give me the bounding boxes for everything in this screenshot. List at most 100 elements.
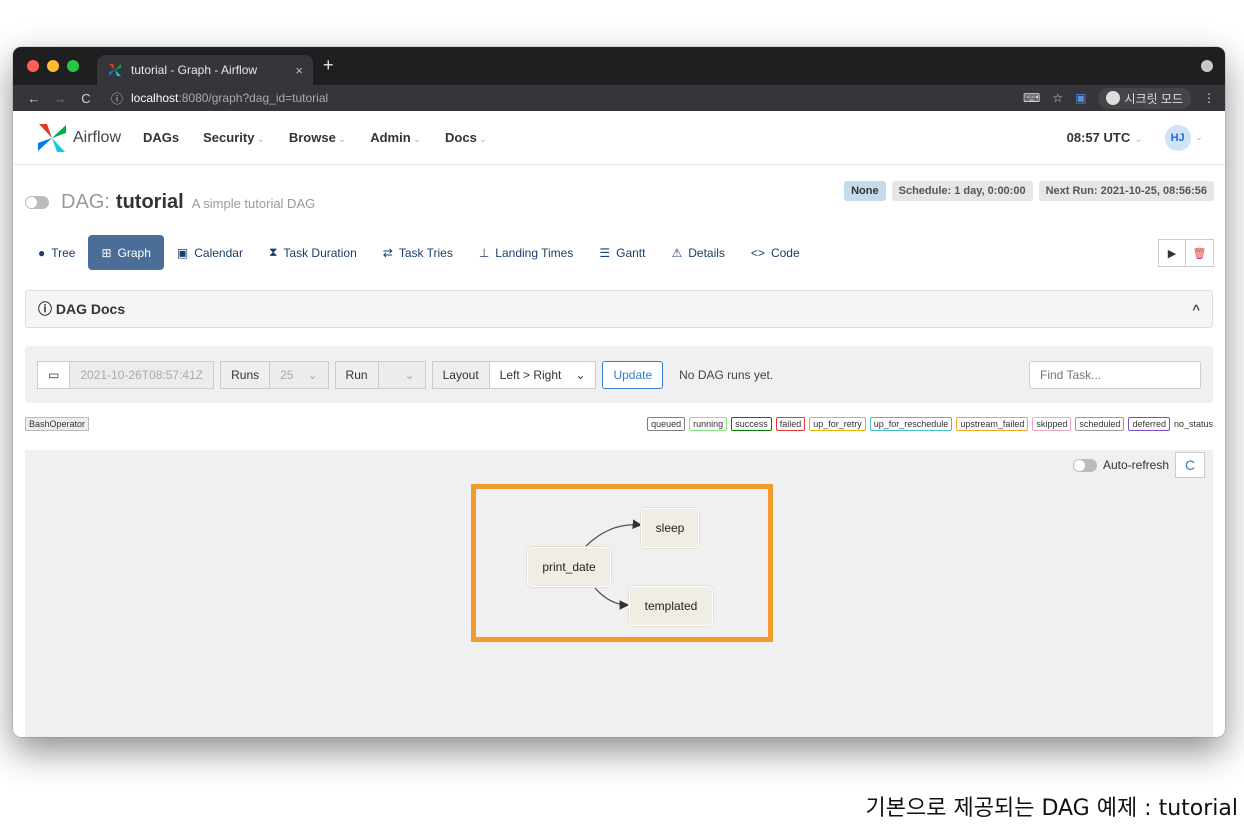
gantt-icon: ☰ — [599, 245, 611, 260]
airflow-logo[interactable]: Airflow — [35, 121, 121, 155]
calendar-icon[interactable]: ▭ — [37, 360, 71, 389]
tab-graph[interactable]: ⊞ Graph — [88, 235, 164, 270]
translate-icon[interactable]: ⌨ — [1023, 91, 1040, 105]
dag-docs-label: ⓘ DAG Docs — [38, 301, 126, 317]
tab-task-duration[interactable]: ⧗ Task Duration — [256, 235, 370, 270]
state-legend-item[interactable]: up_for_reschedule — [869, 417, 953, 431]
runs-select[interactable]: 25 ⌄ — [270, 360, 329, 389]
brand-label: Airflow — [73, 128, 122, 146]
tab-details[interactable]: ⚠ Details — [658, 235, 737, 270]
date-picker-group: ▭ 2021-10-26T08:57:41Z — [37, 360, 215, 389]
tab-tree[interactable]: ● Tree — [25, 235, 88, 270]
cast-icon[interactable]: ▣ — [1075, 91, 1086, 105]
operator-legend: BashOperator — [25, 417, 90, 431]
avatar: HJ — [1164, 124, 1191, 151]
task-node-print-date[interactable]: print_date — [527, 547, 611, 587]
bookmark-star-icon[interactable]: ☆ — [1052, 91, 1063, 105]
minimize-window-button[interactable] — [47, 60, 59, 72]
address-bar-actions: ⌨ ☆ ▣ 시크릿 모드 ⋮ — [1023, 87, 1215, 109]
incognito-badge[interactable]: 시크릿 모드 — [1098, 87, 1191, 109]
tab-title: tutorial - Graph - Airflow — [131, 63, 258, 77]
menu-security[interactable]: Security ⌄ — [203, 130, 265, 145]
repeat-icon: ⇄ — [382, 245, 393, 260]
tab-code[interactable]: <> Code — [738, 235, 813, 270]
reload-icon[interactable]: C — [75, 91, 97, 106]
layout-select-group: Layout Left > Right ⌄ — [431, 360, 597, 389]
base-date-input[interactable]: 2021-10-26T08:57:41Z — [70, 360, 215, 389]
caret-down-icon: ⌄ — [337, 134, 347, 145]
run-label: Run — [334, 360, 379, 389]
menu-admin-label: Admin — [370, 130, 411, 145]
state-legend-item[interactable]: skipped — [1032, 417, 1072, 431]
tab-close-icon[interactable]: × — [295, 63, 303, 78]
address-bar: ← → C ⓘ localhost:8080/graph?dag_id=tuto… — [13, 85, 1225, 111]
new-tab-button[interactable]: + — [323, 55, 334, 76]
state-legend-item[interactable]: up_for_retry — [809, 417, 866, 431]
runs-select-group: Runs 25 ⌄ — [220, 360, 329, 389]
tab-graph-label: Graph — [117, 245, 151, 260]
state-legend-no-status[interactable]: no_status — [1174, 419, 1213, 429]
graph-canvas[interactable]: Auto-refresh C print_date sleep template… — [25, 450, 1213, 737]
state-legend-item[interactable]: success — [731, 417, 772, 431]
runs-label: Runs — [220, 360, 271, 389]
close-window-button[interactable] — [27, 60, 39, 72]
incognito-icon — [1106, 91, 1121, 105]
tab-landing-times[interactable]: ⊥ Landing Times — [466, 235, 587, 270]
tab-task-tries[interactable]: ⇄ Task Tries — [370, 235, 466, 270]
kebab-menu-icon[interactable]: ⋮ — [1203, 91, 1215, 105]
run-select[interactable]: ⌄ — [378, 360, 426, 389]
update-button[interactable]: Update — [602, 360, 664, 389]
dag-id: tutorial — [115, 191, 184, 213]
state-legend-item[interactable]: failed — [775, 417, 806, 431]
incognito-label: 시크릿 모드 — [1124, 91, 1183, 106]
task-node-sleep[interactable]: sleep — [641, 508, 699, 548]
site-info-icon[interactable]: ⓘ — [111, 90, 123, 107]
code-icon: <> — [750, 245, 765, 260]
state-legend-item[interactable]: running — [689, 417, 728, 431]
play-icon: ▶ — [1167, 247, 1177, 260]
menu-browse[interactable]: Browse ⌄ — [289, 130, 346, 145]
trigger-dag-button[interactable]: ▶ — [1158, 239, 1186, 267]
dag-pause-toggle[interactable] — [25, 196, 49, 209]
tab-landing-times-label: Landing Times — [495, 245, 574, 260]
browser-menu-dot-icon[interactable] — [1201, 60, 1213, 72]
delete-dag-button[interactable]: 🗑 — [1186, 239, 1214, 267]
menu-dags-label: DAGs — [143, 130, 180, 145]
user-menu[interactable]: HJ ⌄ — [1164, 124, 1203, 151]
caret-down-icon: ⌄ — [478, 134, 488, 145]
caret-down-icon: ⌄ — [412, 134, 422, 145]
state-legend-item[interactable]: deferred — [1128, 417, 1170, 431]
layout-label: Layout — [431, 360, 490, 389]
utc-clock[interactable]: 08:57 UTC ⌄ — [1067, 130, 1143, 145]
back-icon[interactable]: ← — [23, 91, 45, 106]
caret-down-icon: ⌄ — [1134, 134, 1143, 145]
find-task-input[interactable] — [1029, 360, 1201, 389]
tree-icon: ● — [38, 245, 46, 260]
state-legend-item[interactable]: upstream_failed — [956, 417, 1029, 431]
tab-tree-label: Tree — [51, 245, 76, 260]
airflow-pinwheel-icon — [38, 123, 66, 152]
menu-docs[interactable]: Docs ⌄ — [445, 130, 487, 145]
state-legend-item[interactable]: scheduled — [1075, 417, 1125, 431]
tab-gantt[interactable]: ☰ Gantt — [586, 235, 658, 270]
tab-calendar-label: Calendar — [194, 245, 243, 260]
tab-calendar[interactable]: ▣ Calendar — [164, 235, 256, 270]
run-select-group: Run ⌄ — [334, 360, 426, 389]
forward-icon[interactable]: → — [49, 91, 71, 106]
menu-admin[interactable]: Admin ⌄ — [370, 130, 421, 145]
task-node-templated[interactable]: templated — [629, 586, 713, 626]
menu-dags[interactable]: DAGs — [143, 130, 179, 145]
tab-details-label: Details — [688, 245, 725, 260]
url-field[interactable]: ⓘ localhost:8080/graph?dag_id=tutorial — [111, 88, 1023, 108]
dag-docs-panel[interactable]: ⓘ DAG Docs ^ — [25, 290, 1213, 328]
chevron-up-icon[interactable]: ^ — [1192, 302, 1200, 317]
maximize-window-button[interactable] — [67, 60, 79, 72]
chevron-down-icon: ⌄ — [575, 367, 586, 382]
browser-tab[interactable]: tutorial - Graph - Airflow × — [97, 55, 313, 85]
hourglass-icon: ⧗ — [268, 245, 278, 259]
schedule-badge: Schedule: 1 day, 0:00:00 — [891, 181, 1033, 201]
navbar-right: 08:57 UTC ⌄ HJ ⌄ — [1067, 124, 1203, 151]
layout-select[interactable]: Left > Right ⌄ — [489, 360, 597, 389]
view-tabs: ● Tree ⊞ Graph ▣ Calendar ⧗ Task Duration ⇄ T… — [25, 235, 813, 270]
state-legend-item[interactable]: queued — [647, 417, 686, 431]
